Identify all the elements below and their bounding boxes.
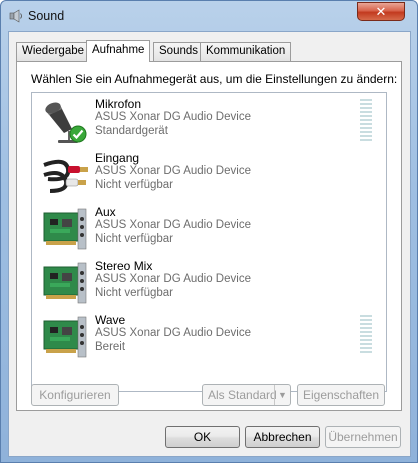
- title-bar[interactable]: Sound ✕: [1, 1, 417, 31]
- device-status: Nicht verfügbar: [95, 179, 173, 191]
- set-default-label: Als Standard: [208, 388, 277, 402]
- instruction-text: Wählen Sie ein Aufnahmegerät aus, um die…: [31, 72, 398, 86]
- device-driver: ASUS Xonar DG Audio Device: [95, 165, 251, 177]
- sound-card-icon: [43, 316, 87, 358]
- device-item-stereo-mix[interactable]: Stereo Mix ASUS Xonar DG Audio Device Ni…: [32, 257, 386, 309]
- window-title: Sound: [28, 9, 65, 23]
- speaker-icon: [9, 9, 22, 23]
- device-name: Mikrofon: [95, 97, 142, 111]
- set-default-button[interactable]: Als Standard ▼: [202, 384, 291, 406]
- device-name: Stereo Mix: [95, 259, 153, 273]
- device-name: Aux: [95, 205, 116, 219]
- apply-button[interactable]: Übernehmen: [325, 426, 401, 448]
- sound-card-icon: [43, 262, 87, 304]
- level-meter: [360, 315, 372, 355]
- chevron-down-icon[interactable]: ▼: [274, 385, 290, 405]
- dialog-client: Wiedergabe Aufnahme Sounds Kommunikation…: [8, 31, 411, 457]
- default-check-icon: [69, 125, 87, 143]
- cancel-button[interactable]: Abbrechen: [245, 426, 320, 448]
- device-item-mikrofon[interactable]: Mikrofon ASUS Xonar DG Audio Device Stan…: [32, 95, 386, 147]
- level-meter: [360, 99, 372, 143]
- device-status: Bereit: [95, 341, 126, 353]
- properties-button[interactable]: Eigenschaften: [297, 384, 385, 406]
- device-name: Wave: [95, 313, 126, 327]
- ok-button[interactable]: OK: [165, 426, 240, 448]
- tab-wiedergabe[interactable]: Wiedergabe: [16, 42, 91, 61]
- close-icon: ✕: [375, 4, 387, 19]
- tab-aufnahme[interactable]: Aufnahme: [86, 40, 151, 62]
- device-status: Nicht verfügbar: [95, 233, 173, 245]
- device-item-eingang[interactable]: Eingang ASUS Xonar DG Audio Device Nicht…: [32, 149, 386, 201]
- device-list[interactable]: Mikrofon ASUS Xonar DG Audio Device Stan…: [31, 92, 387, 392]
- device-status: Nicht verfügbar: [95, 287, 173, 299]
- device-item-wave[interactable]: Wave ASUS Xonar DG Audio Device Bereit: [32, 311, 386, 363]
- sound-card-icon: [43, 208, 87, 250]
- tab-sounds[interactable]: Sounds: [153, 42, 205, 61]
- configure-button[interactable]: Konfigurieren: [31, 384, 119, 406]
- device-driver: ASUS Xonar DG Audio Device: [95, 327, 251, 339]
- tab-kommunikation[interactable]: Kommunikation: [200, 42, 292, 61]
- sound-dialog: Sound ✕ Wiedergabe Aufnahme Sounds Kommu…: [0, 0, 418, 463]
- device-driver: ASUS Xonar DG Audio Device: [95, 273, 251, 285]
- device-driver: ASUS Xonar DG Audio Device: [95, 111, 251, 123]
- device-name: Eingang: [95, 151, 140, 165]
- close-button[interactable]: ✕: [357, 2, 405, 21]
- device-driver: ASUS Xonar DG Audio Device: [95, 219, 251, 231]
- device-item-aux[interactable]: Aux ASUS Xonar DG Audio Device Nicht ver…: [32, 203, 386, 255]
- device-status: Standardgerät: [95, 125, 168, 137]
- recording-panel: Wählen Sie ein Aufnahmegerät aus, um die…: [16, 61, 402, 411]
- rca-cable-icon: [43, 159, 88, 193]
